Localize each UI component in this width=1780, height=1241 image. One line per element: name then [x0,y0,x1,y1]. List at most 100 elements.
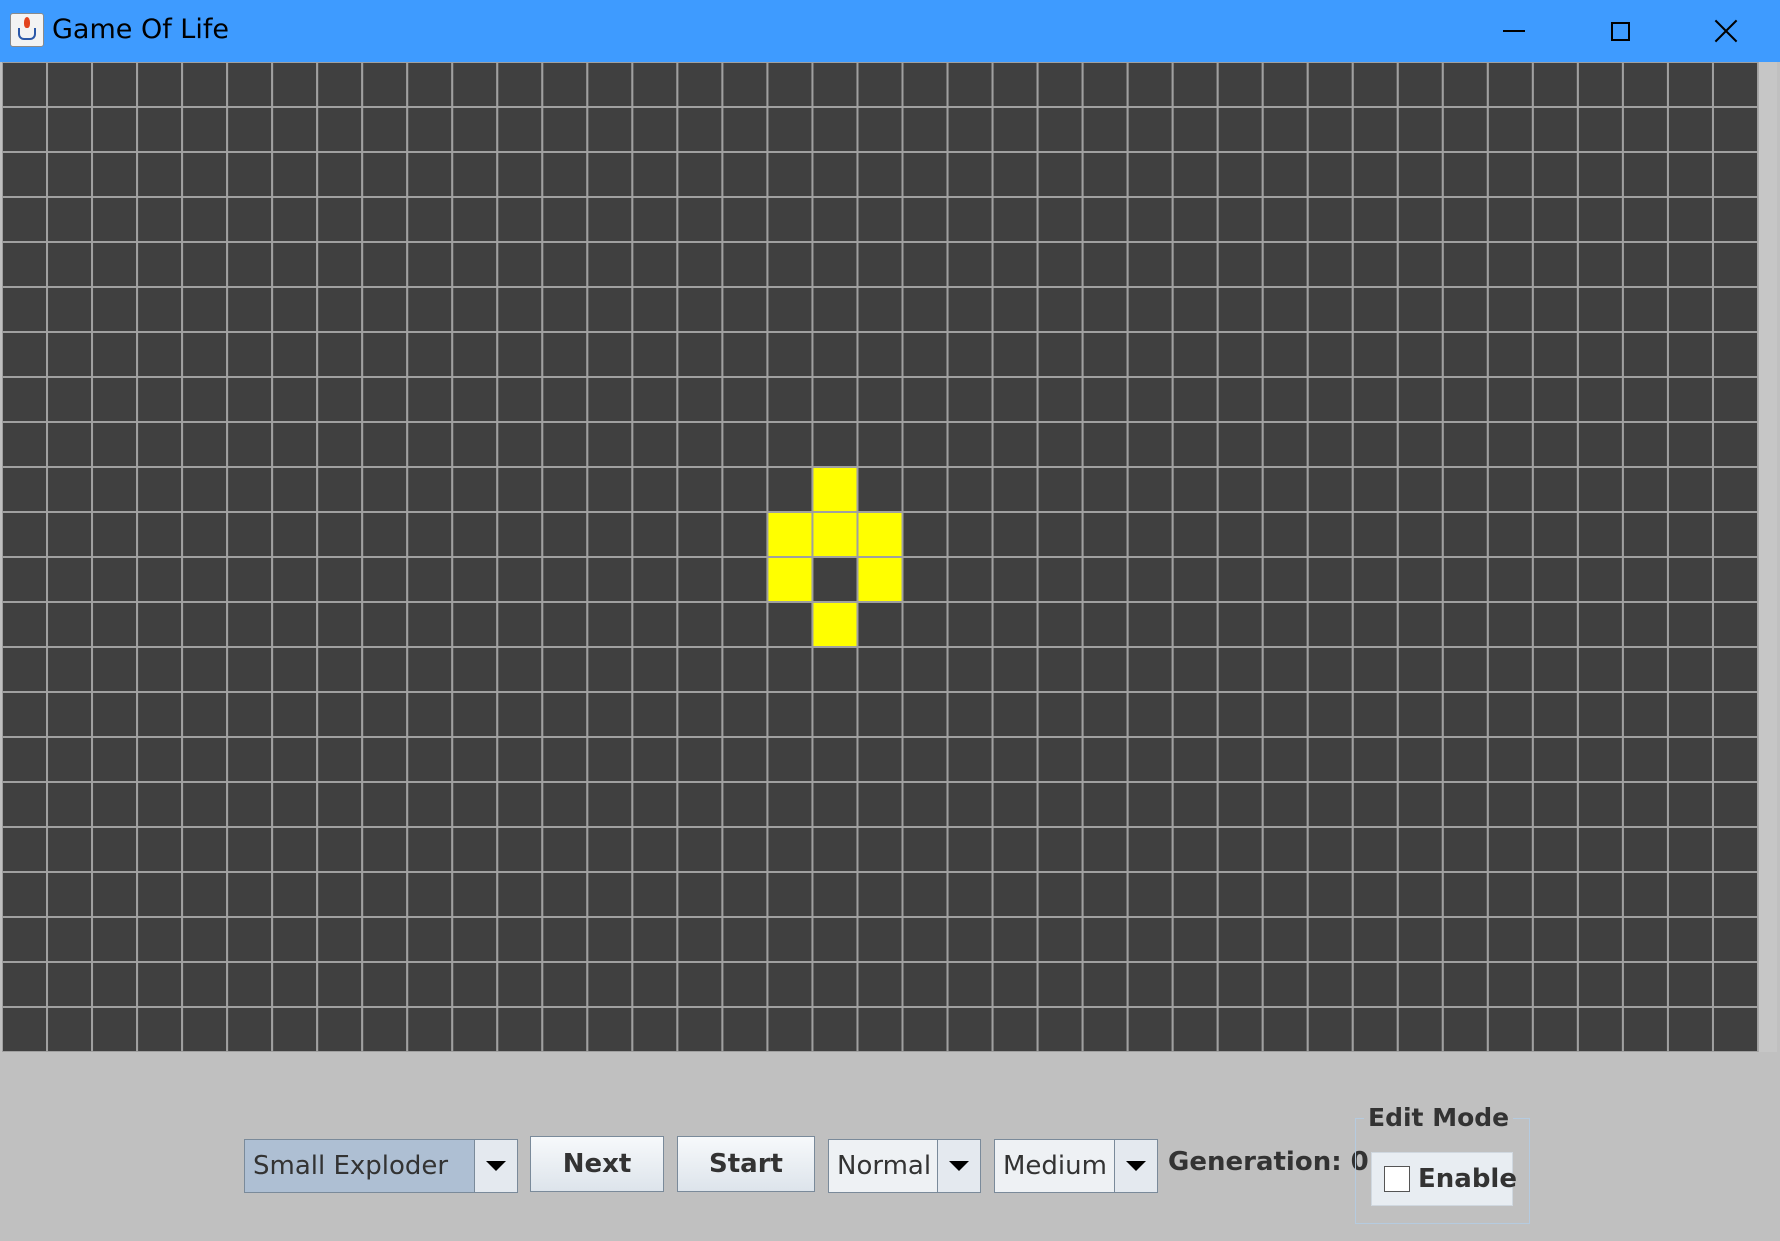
dead-cell[interactable] [586,62,634,108]
dead-cell[interactable] [1306,376,1354,423]
dead-cell[interactable] [226,691,274,738]
dead-cell[interactable] [406,916,454,963]
dead-cell[interactable] [136,556,184,603]
dead-cell[interactable] [1621,826,1669,873]
dead-cell[interactable] [1531,961,1579,1008]
dead-cell[interactable] [226,646,274,693]
dead-cell[interactable] [1081,601,1129,648]
dead-cell[interactable] [1171,106,1219,153]
dead-cell[interactable] [1666,601,1714,648]
dead-cell[interactable] [631,601,679,648]
dead-cell[interactable] [1531,196,1579,243]
dead-cell[interactable] [676,556,724,603]
dead-cell[interactable] [1081,511,1129,558]
dead-cell[interactable] [361,601,409,648]
dead-cell[interactable] [181,466,229,513]
dead-cell[interactable] [1576,781,1624,828]
dead-cell[interactable] [361,916,409,963]
dead-cell[interactable] [946,1006,994,1052]
dead-cell[interactable] [1621,151,1669,198]
dead-cell[interactable] [406,62,454,108]
dead-cell[interactable] [181,1006,229,1052]
dead-cell[interactable] [946,62,994,108]
dead-cell[interactable] [1306,241,1354,288]
dead-cell[interactable] [631,511,679,558]
dead-cell[interactable] [271,961,319,1008]
dead-cell[interactable] [1441,196,1489,243]
dead-cell[interactable] [1261,601,1309,648]
dead-cell[interactable] [811,331,859,378]
dead-cell[interactable] [901,916,949,963]
dead-cell[interactable] [1486,826,1534,873]
dead-cell[interactable] [91,601,139,648]
dead-cell[interactable] [766,736,814,783]
dead-cell[interactable] [1081,286,1129,333]
dead-cell[interactable] [856,691,904,738]
dead-cell[interactable] [1261,421,1309,468]
dead-cell[interactable] [1666,826,1714,873]
dead-cell[interactable] [1576,511,1624,558]
dead-cell[interactable] [496,421,544,468]
dead-cell[interactable] [1621,781,1669,828]
dead-cell[interactable] [226,286,274,333]
dead-cell[interactable] [1486,196,1534,243]
dead-cell[interactable] [2,736,49,783]
dead-cell[interactable] [1306,961,1354,1008]
dead-cell[interactable] [1126,781,1174,828]
dead-cell[interactable] [1441,421,1489,468]
mode-select[interactable]: Normal [828,1139,981,1193]
dead-cell[interactable] [91,376,139,423]
mode-select-arrow[interactable] [937,1140,980,1192]
dead-cell[interactable] [2,286,49,333]
dead-cell[interactable] [316,151,364,198]
dead-cell[interactable] [721,556,769,603]
dead-cell[interactable] [1711,196,1758,243]
dead-cell[interactable] [766,916,814,963]
dead-cell[interactable] [496,826,544,873]
dead-cell[interactable] [406,826,454,873]
dead-cell[interactable] [1261,511,1309,558]
dead-cell[interactable] [1126,646,1174,693]
dead-cell[interactable] [46,826,94,873]
dead-cell[interactable] [1171,736,1219,783]
dead-cell[interactable] [316,601,364,648]
dead-cell[interactable] [586,511,634,558]
dead-cell[interactable] [1396,331,1444,378]
dead-cell[interactable] [766,376,814,423]
dead-cell[interactable] [1666,241,1714,288]
dead-cell[interactable] [136,826,184,873]
dead-cell[interactable] [1531,601,1579,648]
dead-cell[interactable] [181,916,229,963]
dead-cell[interactable] [631,241,679,288]
dead-cell[interactable] [991,871,1039,918]
dead-cell[interactable] [406,871,454,918]
dead-cell[interactable] [901,691,949,738]
dead-cell[interactable] [1306,106,1354,153]
dead-cell[interactable] [856,1006,904,1052]
dead-cell[interactable] [406,601,454,648]
dead-cell[interactable] [631,196,679,243]
dead-cell[interactable] [1711,826,1758,873]
dead-cell[interactable] [946,961,994,1008]
dead-cell[interactable] [1576,1006,1624,1052]
dead-cell[interactable] [1576,421,1624,468]
dead-cell[interactable] [901,511,949,558]
dead-cell[interactable] [676,916,724,963]
cell-grid[interactable] [2,62,1758,1052]
dead-cell[interactable] [631,466,679,513]
dead-cell[interactable] [946,556,994,603]
dead-cell[interactable] [1306,736,1354,783]
dead-cell[interactable] [1486,781,1534,828]
dead-cell[interactable] [91,556,139,603]
dead-cell[interactable] [1351,1006,1399,1052]
dead-cell[interactable] [1081,331,1129,378]
dead-cell[interactable] [1486,151,1534,198]
dead-cell[interactable] [91,466,139,513]
dead-cell[interactable] [91,646,139,693]
dead-cell[interactable] [1036,376,1084,423]
dead-cell[interactable] [1126,151,1174,198]
dead-cell[interactable] [136,691,184,738]
dead-cell[interactable] [901,826,949,873]
dead-cell[interactable] [721,961,769,1008]
dead-cell[interactable] [1171,601,1219,648]
